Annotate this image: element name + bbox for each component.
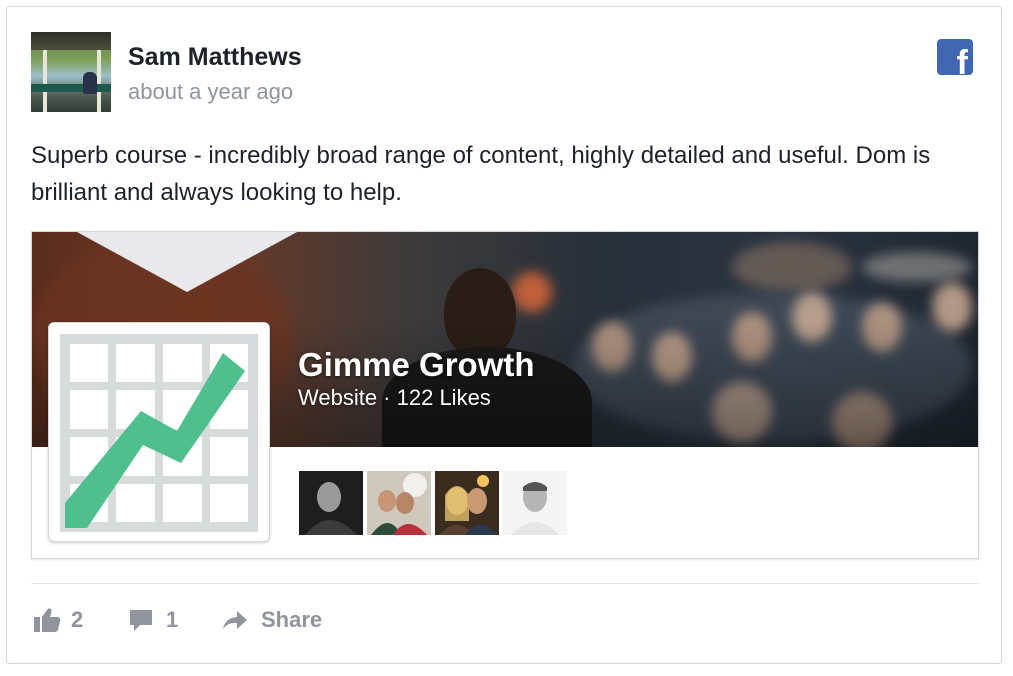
like-count: 2 bbox=[71, 607, 84, 632]
post-timestamp[interactable]: about a year ago bbox=[128, 79, 293, 105]
thumbs-up-icon bbox=[34, 608, 61, 632]
post-text: Superb course - incredibly broad range o… bbox=[31, 142, 931, 206]
page-meta: Website · 122 Likes bbox=[298, 385, 491, 410]
friend-avatar-3[interactable] bbox=[435, 471, 499, 535]
growth-chart-logo[interactable] bbox=[48, 322, 270, 542]
like-button[interactable]: 2 bbox=[33, 607, 83, 633]
author-avatar[interactable] bbox=[31, 32, 111, 112]
comment-count: 1 bbox=[166, 607, 179, 632]
share-arrow-icon bbox=[223, 611, 247, 629]
facebook-post-card: Sam Matthews about a year ago f Superb c… bbox=[6, 6, 1002, 664]
friend-avatar-2[interactable] bbox=[367, 471, 431, 535]
comment-icon bbox=[130, 610, 152, 631]
growth-chart-icon bbox=[60, 334, 258, 532]
page-preview-card[interactable]: Gimme Growth Website · 122 Likes bbox=[31, 231, 979, 559]
divider bbox=[31, 583, 979, 584]
friend-avatar-4[interactable] bbox=[503, 471, 567, 535]
page-name[interactable]: Gimme Growth bbox=[298, 346, 535, 384]
share-label: Share bbox=[261, 607, 323, 632]
friend-avatar-1[interactable] bbox=[299, 471, 363, 535]
facebook-icon[interactable]: f bbox=[937, 39, 973, 75]
share-button[interactable]: Share bbox=[221, 607, 322, 633]
author-name[interactable]: Sam Matthews bbox=[128, 43, 302, 72]
comment-button[interactable]: 1 bbox=[128, 607, 178, 633]
